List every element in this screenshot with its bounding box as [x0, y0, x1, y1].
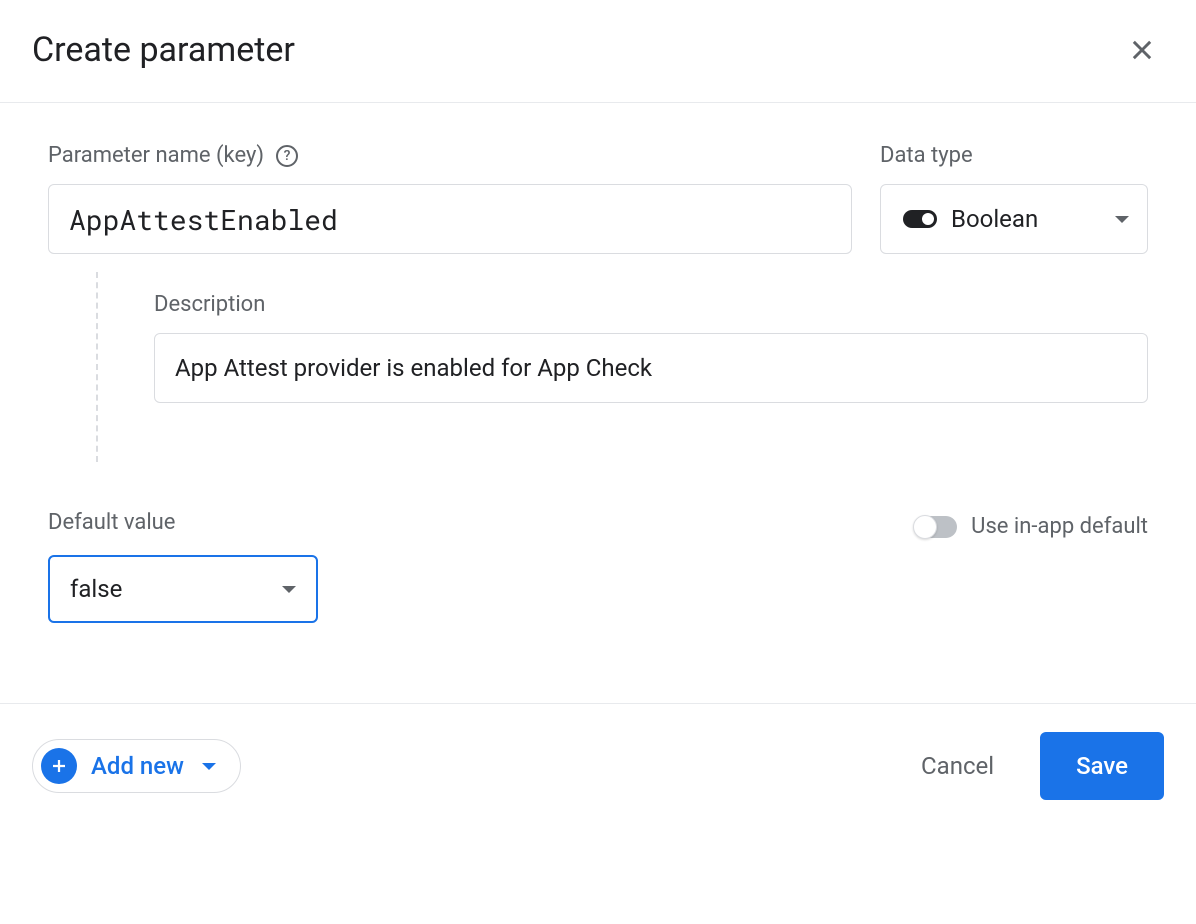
- default-value-section: Default value false Use in-app default: [48, 510, 1148, 623]
- data-type-dropdown[interactable]: Boolean: [880, 184, 1148, 254]
- parameter-name-label-text: Parameter name (key): [48, 143, 264, 168]
- add-new-button[interactable]: Add new: [32, 739, 241, 793]
- default-value-group: Default value false: [48, 510, 318, 623]
- description-section: Description: [48, 272, 1148, 462]
- save-button[interactable]: Save: [1040, 732, 1164, 800]
- parameter-name-field-group: Parameter name (key) ?: [48, 143, 852, 254]
- default-value-label: Default value: [48, 510, 318, 535]
- description-label: Description: [154, 292, 1148, 317]
- parameter-name-label: Parameter name (key) ?: [48, 143, 852, 168]
- description-input[interactable]: [154, 333, 1148, 403]
- dialog-body: Parameter name (key) ? Data type Boolean…: [0, 103, 1196, 703]
- chevron-down-icon: [282, 586, 296, 593]
- data-type-label: Data type: [880, 143, 1148, 168]
- chevron-down-icon: [202, 763, 216, 770]
- close-button[interactable]: [1120, 28, 1164, 72]
- dialog-footer: Add new Cancel Save: [0, 703, 1196, 828]
- close-icon: [1128, 36, 1156, 64]
- dialog-header: Create parameter: [0, 0, 1196, 103]
- default-value-dropdown[interactable]: false: [48, 555, 318, 623]
- description-content: Description: [154, 272, 1148, 462]
- parameter-name-input[interactable]: [48, 184, 852, 254]
- boolean-toggle-icon: [903, 210, 937, 228]
- add-new-label: Add new: [91, 752, 184, 780]
- in-app-default-label: Use in-app default: [971, 514, 1148, 539]
- in-app-default-toggle[interactable]: [915, 516, 957, 538]
- create-parameter-dialog: Create parameter Parameter name (key) ? …: [0, 0, 1196, 828]
- data-type-field-group: Data type Boolean: [880, 143, 1148, 254]
- dialog-title: Create parameter: [32, 30, 295, 70]
- plus-icon: [41, 748, 77, 784]
- cancel-button[interactable]: Cancel: [903, 740, 1012, 792]
- footer-actions: Cancel Save: [903, 732, 1164, 800]
- help-icon[interactable]: ?: [276, 145, 298, 167]
- param-row: Parameter name (key) ? Data type Boolean: [48, 143, 1148, 254]
- in-app-default-group: Use in-app default: [915, 514, 1148, 539]
- tree-connector: [96, 272, 98, 462]
- default-value-selected: false: [70, 575, 122, 603]
- data-type-selected: Boolean: [951, 205, 1101, 233]
- chevron-down-icon: [1115, 216, 1129, 223]
